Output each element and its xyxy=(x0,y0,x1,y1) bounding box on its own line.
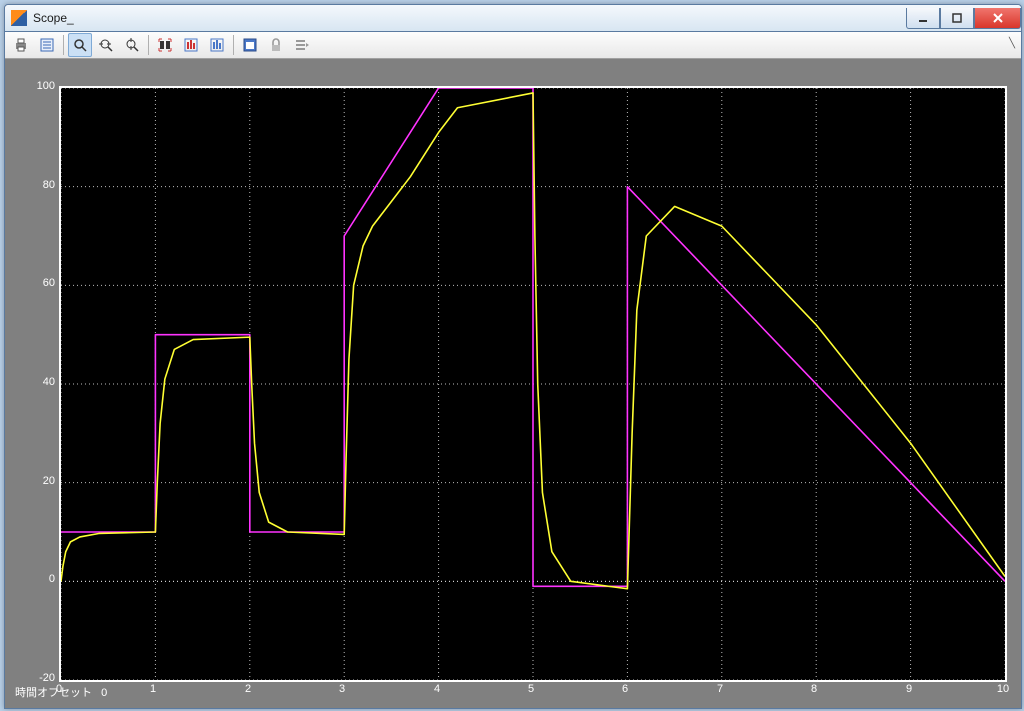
window-title: Scope_ xyxy=(33,11,906,25)
ytick-label: 20 xyxy=(43,475,55,487)
float-icon[interactable] xyxy=(238,33,262,57)
zoom-x-icon[interactable] xyxy=(94,33,118,57)
ytick-label: 80 xyxy=(43,179,55,191)
matlab-icon xyxy=(11,10,27,26)
time-offset-value: 0 xyxy=(101,687,107,699)
maximize-button[interactable] xyxy=(940,8,974,29)
xtick-label: 8 xyxy=(811,683,817,695)
xtick-label: 1 xyxy=(150,683,156,695)
signal-selector-icon[interactable] xyxy=(290,33,314,57)
autoscale-icon[interactable] xyxy=(153,33,177,57)
close-button[interactable] xyxy=(974,8,1021,29)
ytick-label: -20 xyxy=(39,672,55,684)
ytick-label: 60 xyxy=(43,277,55,289)
scope-body: 100 80 60 40 20 0 -20 0 1 2 3 4 5 6 7 8 … xyxy=(5,59,1021,708)
titlebar[interactable]: Scope_ xyxy=(5,5,1021,32)
toolbar-separator xyxy=(63,35,64,55)
minimize-button[interactable] xyxy=(906,8,940,29)
lock-icon[interactable] xyxy=(264,33,288,57)
window-buttons xyxy=(906,8,1021,28)
ytick-label: 40 xyxy=(43,376,55,388)
xtick-label: 10 xyxy=(997,683,1009,695)
xtick-label: 2 xyxy=(245,683,251,695)
ytick-label: 100 xyxy=(37,80,55,92)
plot-area[interactable] xyxy=(59,86,1007,682)
xtick-label: 4 xyxy=(434,683,440,695)
ytick-label: 0 xyxy=(49,573,55,585)
toolbar: ╲ xyxy=(5,32,1021,59)
toolbar-separator xyxy=(233,35,234,55)
toolbar-overflow-icon[interactable]: ╲ xyxy=(1009,38,1015,49)
time-offset-label: 時間オフセット 0 xyxy=(15,684,107,700)
zoom-box-icon[interactable] xyxy=(68,33,92,57)
xtick-label: 9 xyxy=(906,683,912,695)
xtick-label: 3 xyxy=(339,683,345,695)
xtick-label: 5 xyxy=(528,683,534,695)
xtick-label: 6 xyxy=(622,683,628,695)
time-offset-text: 時間オフセット xyxy=(15,687,92,699)
print-icon[interactable] xyxy=(9,33,33,57)
zoom-y-icon[interactable] xyxy=(120,33,144,57)
restore-axes-icon[interactable] xyxy=(179,33,203,57)
scope-window: Scope_ xyxy=(4,4,1022,709)
save-axes-icon[interactable] xyxy=(205,33,229,57)
parameters-icon[interactable] xyxy=(35,33,59,57)
xtick-label: 7 xyxy=(717,683,723,695)
toolbar-separator xyxy=(148,35,149,55)
